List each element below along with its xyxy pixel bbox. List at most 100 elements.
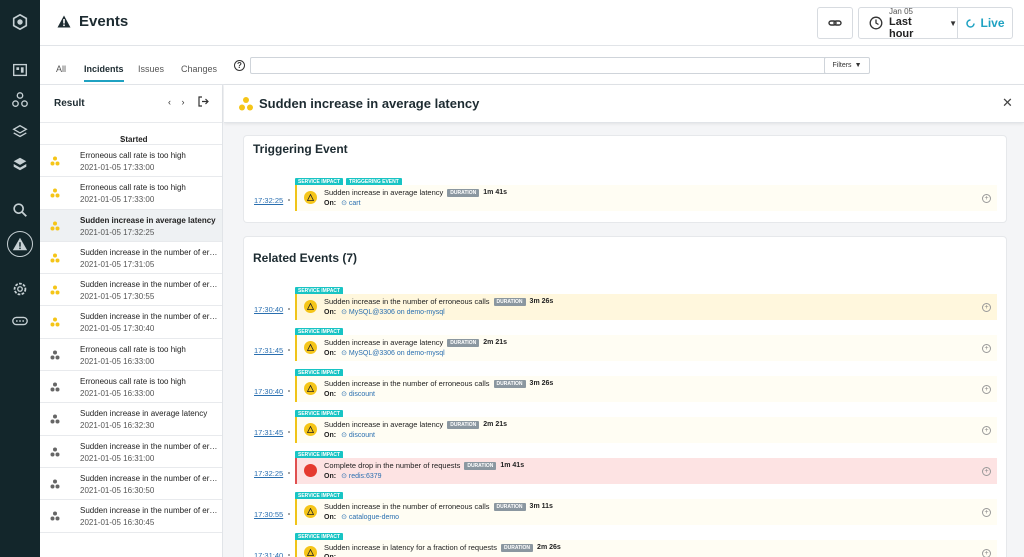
list-item[interactable]: Sudden increase in the number of erroneo… — [40, 468, 222, 501]
close-icon[interactable]: ✕ — [1002, 95, 1013, 111]
event-box[interactable]: Sudden increase in the number of erroneo… — [295, 499, 997, 525]
expand-icon[interactable]: + — [982, 303, 991, 312]
exit-panel-icon[interactable] — [198, 96, 209, 110]
list-item[interactable]: Erroneous call rate is too high 2021-01-0… — [40, 145, 222, 178]
yellow-cluster-icon — [50, 221, 60, 231]
event-time-link[interactable]: 17:30:40 — [254, 387, 283, 396]
entity-link[interactable]: discount — [349, 391, 375, 398]
tab-incidents[interactable]: Incidents — [84, 64, 124, 82]
duration-label: DURATION — [493, 379, 526, 388]
on-label: On: — [324, 391, 337, 398]
list-item-name: Erroneous call rate is too high — [80, 377, 186, 387]
expand-icon[interactable]: + — [982, 194, 991, 203]
timeline-dot — [288, 390, 290, 392]
list-item[interactable]: Erroneous call rate is too high 2021-01-0… — [40, 371, 222, 404]
event-time-link[interactable]: 17:32:25 — [254, 469, 283, 478]
list-item[interactable]: Sudden increase in the number of erroneo… — [40, 306, 222, 339]
list-item-name: Sudden increase in the number of erroneo… — [80, 312, 218, 322]
collapse-arrows-icon[interactable]: ‹ › — [168, 97, 189, 107]
more-icon[interactable] — [10, 311, 30, 331]
filters-dropdown[interactable]: Filters ▼ — [824, 57, 870, 74]
event-box[interactable]: Complete drop in the number of requests D… — [295, 458, 997, 484]
event-time-link[interactable]: 17:31:40 — [254, 551, 283, 557]
copy-link-button[interactable] — [817, 7, 853, 39]
duration-label: DURATION — [493, 502, 526, 511]
entity-link[interactable]: MySQL@3306 on demo-mysql — [349, 350, 445, 357]
time-range-picker[interactable]: Jan 05 Last hour ▼ — [858, 7, 958, 40]
event-title: Sudden increase in latency for a fractio… — [324, 543, 498, 552]
events-icon[interactable] — [7, 231, 33, 257]
duration-value: 1m 41s — [500, 462, 525, 469]
entity-link[interactable]: cart — [349, 200, 361, 207]
event-title: Sudden increase in average latency — [324, 338, 444, 347]
event-box[interactable]: Sudden increase in average latency DURATI… — [295, 185, 997, 211]
list-items: Erroneous call rate is too high 2021-01-0… — [40, 145, 222, 533]
expand-icon[interactable]: + — [982, 426, 991, 435]
settings-gear-icon[interactable] — [10, 279, 30, 299]
list-item[interactable]: Sudden increase in the number of erroneo… — [40, 436, 222, 468]
list-item[interactable]: Sudden increase in average latency 2021-0… — [40, 209, 222, 242]
sort-column-header[interactable]: Started ↓ — [40, 123, 222, 145]
entity-link[interactable]: MySQL@3306 on demo-mysql — [349, 309, 445, 316]
event-time-link[interactable]: 17:30:55 — [254, 510, 283, 519]
event-box[interactable]: Sudden increase in average latency DURATI… — [295, 335, 997, 361]
list-item[interactable]: Erroneous call rate is too high 2021-01-0… — [40, 339, 222, 372]
list-item-date: 2021-01-05 16:33:00 — [80, 356, 155, 366]
expand-icon[interactable]: + — [982, 467, 991, 476]
event-box[interactable]: Sudden increase in the number of erroneo… — [295, 294, 997, 320]
event-time-link[interactable]: 17:32:25 — [254, 196, 283, 205]
dashboard-icon[interactable] — [10, 60, 30, 80]
list-item-name: Sudden increase in the number of erroneo… — [80, 247, 218, 257]
expand-icon[interactable]: + — [982, 344, 991, 353]
refresh-icon — [966, 18, 976, 28]
list-header: Result ‹ › — [40, 85, 222, 123]
list-item-date: 2021-01-05 16:30:50 — [80, 485, 155, 495]
list-item[interactable]: Sudden increase in the number of erroneo… — [40, 500, 222, 533]
event-box[interactable]: Sudden increase in average latency DURATI… — [295, 417, 997, 443]
list-item[interactable]: Sudden increase in the number of erroneo… — [40, 242, 222, 275]
duration-value: 2m 21s — [483, 421, 508, 428]
list-item[interactable]: Sudden increase in average latency 2021-0… — [40, 403, 222, 436]
expand-icon[interactable]: + — [982, 385, 991, 394]
duration-label: DURATION — [493, 297, 526, 306]
entity-icon: ⊙ — [341, 350, 349, 357]
help-icon[interactable]: ? — [234, 60, 245, 71]
list-item[interactable]: Erroneous call rate is too high 2021-01-0… — [40, 177, 222, 210]
stack-icon[interactable] — [10, 154, 30, 174]
page-title-text: Events — [79, 13, 129, 30]
app-logo-icon[interactable] — [10, 12, 30, 32]
entity-link[interactable]: catalogue-demo — [349, 514, 399, 521]
expand-icon[interactable]: + — [982, 508, 991, 517]
event-time-link[interactable]: 17:31:45 — [254, 346, 283, 355]
list-item-date: 2021-01-05 17:33:00 — [80, 195, 155, 205]
event-title: Sudden increase in average latency — [324, 420, 444, 429]
live-button[interactable]: Live — [957, 7, 1013, 39]
entity-icon: ⊙ — [341, 391, 349, 398]
timeline-dot — [288, 349, 290, 351]
related-event: 17:32:25 SERVICE IMPACT Complete drop in t… — [244, 451, 1006, 491]
entity-link[interactable]: redis:6379 — [349, 473, 382, 480]
event-box[interactable]: Sudden increase in latency for a fractio… — [295, 540, 997, 557]
timeline-dot — [288, 199, 290, 201]
tab-changes[interactable]: Changes — [181, 64, 217, 80]
expand-icon[interactable]: + — [982, 549, 991, 557]
related-event: 17:30:40 SERVICE IMPACT Sudden increase in… — [244, 287, 1006, 327]
yellow-cluster-icon — [50, 317, 60, 327]
entity-link[interactable]: discount — [349, 432, 375, 439]
related-event: 17:31:45 SERVICE IMPACT Sudden increase in… — [244, 410, 1006, 450]
warning-icon — [304, 423, 317, 436]
event-time-link[interactable]: 17:31:45 — [254, 428, 283, 437]
list-title: Result — [54, 98, 85, 109]
timeline-dot — [288, 308, 290, 310]
event-box[interactable]: Sudden increase in the number of erroneo… — [295, 376, 997, 402]
tab-all[interactable]: All — [56, 64, 66, 80]
detail-title: Sudden increase in average latency — [259, 96, 480, 111]
sort-column-label: Started — [120, 135, 148, 144]
search-icon[interactable] — [10, 200, 30, 220]
infrastructure-icon[interactable] — [10, 122, 30, 142]
applications-icon[interactable] — [10, 90, 30, 110]
tab-issues[interactable]: Issues — [138, 64, 164, 80]
search-input[interactable] — [250, 57, 830, 74]
list-item[interactable]: Sudden increase in the number of erroneo… — [40, 274, 222, 307]
event-time-link[interactable]: 17:30:40 — [254, 305, 283, 314]
